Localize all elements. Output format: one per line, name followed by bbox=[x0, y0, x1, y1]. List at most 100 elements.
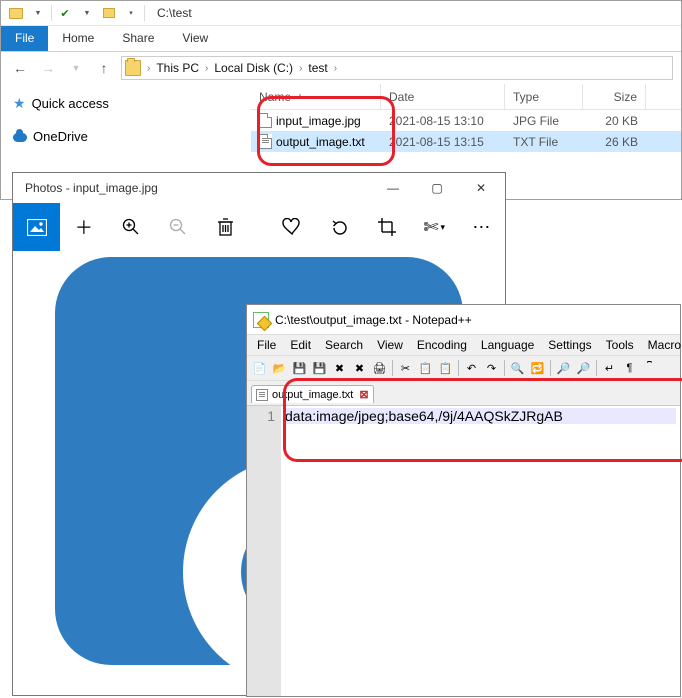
photos-title-text: Photos - input_image.jpg bbox=[25, 181, 158, 195]
file-name: input_image.jpg bbox=[276, 114, 361, 128]
file-row[interactable]: input_image.jpg 2021-08-15 13:10 JPG Fil… bbox=[251, 110, 681, 131]
copy-icon[interactable]: 📋 bbox=[417, 360, 434, 377]
column-header-size[interactable]: Size bbox=[583, 84, 646, 109]
file-date: 2021-08-15 13:10 bbox=[381, 114, 505, 128]
up-button[interactable]: ↑ bbox=[93, 57, 115, 79]
menu-encoding[interactable]: Encoding bbox=[411, 337, 473, 353]
qat-dropdown-icon[interactable]: ▼ bbox=[29, 4, 47, 22]
folder-icon bbox=[7, 4, 25, 22]
folder-small-icon bbox=[100, 4, 118, 22]
print-icon[interactable]: 🖨 bbox=[371, 360, 388, 377]
chevron-right-icon[interactable]: › bbox=[332, 63, 339, 74]
column-header-type[interactable]: Type bbox=[505, 84, 583, 109]
npp-menu-bar: File Edit Search View Encoding Language … bbox=[247, 335, 680, 355]
forward-button[interactable]: → bbox=[37, 57, 59, 79]
favorite-icon[interactable] bbox=[269, 203, 316, 251]
new-file-icon[interactable]: 📄 bbox=[251, 360, 268, 377]
code-content[interactable]: data:image/jpeg;base64,/9j/4AAQSkZJRgAB bbox=[281, 406, 680, 696]
chevron-right-icon[interactable]: › bbox=[297, 63, 304, 74]
view-tab[interactable]: View bbox=[168, 26, 222, 51]
qat-dropdown2-icon[interactable]: ▼ bbox=[78, 4, 96, 22]
sidebar-item-quick-access[interactable]: ★ Quick access bbox=[11, 92, 241, 118]
window-title: C:\test bbox=[157, 6, 192, 20]
file-jpg-icon bbox=[259, 113, 272, 128]
line-gutter: 1 bbox=[247, 406, 281, 696]
share-tab[interactable]: Share bbox=[108, 26, 168, 51]
indent-guide-icon[interactable]: ⎴ bbox=[641, 360, 658, 377]
qat-overflow-icon[interactable]: ▾ bbox=[122, 4, 140, 22]
undo-icon[interactable]: ↶ bbox=[463, 360, 480, 377]
file-size: 20 KB bbox=[583, 114, 646, 128]
chevron-right-icon[interactable]: › bbox=[145, 63, 152, 74]
file-size: 26 KB bbox=[583, 135, 646, 149]
breadcrumb-segment[interactable]: test bbox=[304, 61, 331, 75]
edit-icon[interactable]: ✄▾ bbox=[411, 203, 458, 251]
explorer-window: ▼ ✔ ▼ ▾ C:\test File Home Share View ← →… bbox=[0, 0, 682, 200]
delete-icon[interactable] bbox=[202, 203, 249, 251]
file-tab-output[interactable]: output_image.txt ⊠ bbox=[251, 385, 374, 403]
npp-title-text: C:\test\output_image.txt - Notepad++ bbox=[275, 313, 472, 327]
menu-settings[interactable]: Settings bbox=[542, 337, 597, 353]
chevron-right-icon[interactable]: › bbox=[203, 63, 210, 74]
properties-check-icon[interactable]: ✔ bbox=[56, 4, 74, 22]
crop-icon[interactable] bbox=[363, 203, 410, 251]
editor-area[interactable]: 1 data:image/jpeg;base64,/9j/4AAQSkZJRgA… bbox=[247, 405, 680, 696]
redo-icon[interactable]: ↷ bbox=[483, 360, 500, 377]
replace-icon[interactable]: 🔁 bbox=[529, 360, 546, 377]
code-line: data:image/jpeg;base64,/9j/4AAQSkZJRgAB bbox=[285, 408, 676, 424]
close-all-icon[interactable]: ✖ bbox=[351, 360, 368, 377]
file-tab-icon bbox=[256, 389, 268, 401]
close-file-icon[interactable]: ✖ bbox=[331, 360, 348, 377]
zoom-in-tb-icon[interactable]: 🔎 bbox=[555, 360, 572, 377]
menu-edit[interactable]: Edit bbox=[284, 337, 317, 353]
notepadpp-icon bbox=[253, 312, 269, 328]
add-icon[interactable]: ＋ bbox=[60, 203, 107, 251]
file-row[interactable]: output_image.txt 2021-08-15 13:15 TXT Fi… bbox=[251, 131, 681, 152]
line-number: 1 bbox=[247, 408, 275, 424]
npp-toolbar: 📄 📂 💾 💾 ✖ ✖ 🖨 ✂ 📋 📋 ↶ ↷ 🔍 🔁 🔎 🔎 ↵ ¶ ⎴ bbox=[247, 355, 680, 381]
file-name: output_image.txt bbox=[276, 135, 365, 149]
rotate-icon[interactable] bbox=[316, 203, 363, 251]
file-tab-label: output_image.txt bbox=[272, 389, 353, 401]
column-header-name[interactable]: Name ˄ bbox=[251, 84, 381, 109]
tab-close-icon[interactable]: ⊠ bbox=[359, 388, 368, 401]
home-tab[interactable]: Home bbox=[48, 26, 108, 51]
address-bar[interactable]: › This PC › Local Disk (C:) › test › bbox=[121, 56, 673, 80]
column-headers: Name ˄ Date Type Size bbox=[251, 84, 681, 110]
npp-tabstrip: output_image.txt ⊠ bbox=[247, 381, 680, 403]
find-icon[interactable]: 🔍 bbox=[509, 360, 526, 377]
wordwrap-icon[interactable]: ↵ bbox=[601, 360, 618, 377]
recent-dropdown-icon[interactable]: ▼ bbox=[65, 57, 87, 79]
zoom-in-icon[interactable] bbox=[107, 203, 154, 251]
file-type: TXT File bbox=[505, 135, 583, 149]
column-header-date[interactable]: Date bbox=[381, 84, 505, 109]
maximize-button[interactable]: ▢ bbox=[415, 174, 459, 202]
zoom-out-icon[interactable] bbox=[155, 203, 202, 251]
cut-icon[interactable]: ✂ bbox=[397, 360, 414, 377]
save-all-icon[interactable]: 💾 bbox=[311, 360, 328, 377]
menu-macro[interactable]: Macro bbox=[642, 337, 682, 353]
drive-icon bbox=[125, 60, 141, 76]
open-file-icon[interactable]: 📂 bbox=[271, 360, 288, 377]
breadcrumb-segment[interactable]: This PC bbox=[152, 61, 203, 75]
menu-file[interactable]: File bbox=[251, 337, 282, 353]
save-icon[interactable]: 💾 bbox=[291, 360, 308, 377]
sidebar-item-onedrive[interactable]: OneDrive bbox=[11, 126, 241, 150]
file-tab[interactable]: File bbox=[1, 26, 48, 51]
menu-language[interactable]: Language bbox=[475, 337, 540, 353]
menu-tools[interactable]: Tools bbox=[600, 337, 640, 353]
menu-view[interactable]: View bbox=[371, 337, 409, 353]
close-button[interactable]: ✕ bbox=[459, 174, 503, 202]
npp-titlebar: C:\test\output_image.txt - Notepad++ bbox=[247, 305, 680, 335]
gallery-icon[interactable] bbox=[13, 203, 60, 251]
back-button[interactable]: ← bbox=[9, 57, 31, 79]
show-all-chars-icon[interactable]: ¶ bbox=[621, 360, 638, 377]
breadcrumb-segment[interactable]: Local Disk (C:) bbox=[210, 61, 297, 75]
paste-icon[interactable]: 📋 bbox=[437, 360, 454, 377]
star-icon: ★ bbox=[13, 95, 26, 112]
minimize-button[interactable]: — bbox=[371, 174, 415, 202]
more-icon[interactable]: ⋯ bbox=[458, 203, 505, 251]
menu-search[interactable]: Search bbox=[319, 337, 369, 353]
file-type: JPG File bbox=[505, 114, 583, 128]
zoom-out-tb-icon[interactable]: 🔎 bbox=[575, 360, 592, 377]
